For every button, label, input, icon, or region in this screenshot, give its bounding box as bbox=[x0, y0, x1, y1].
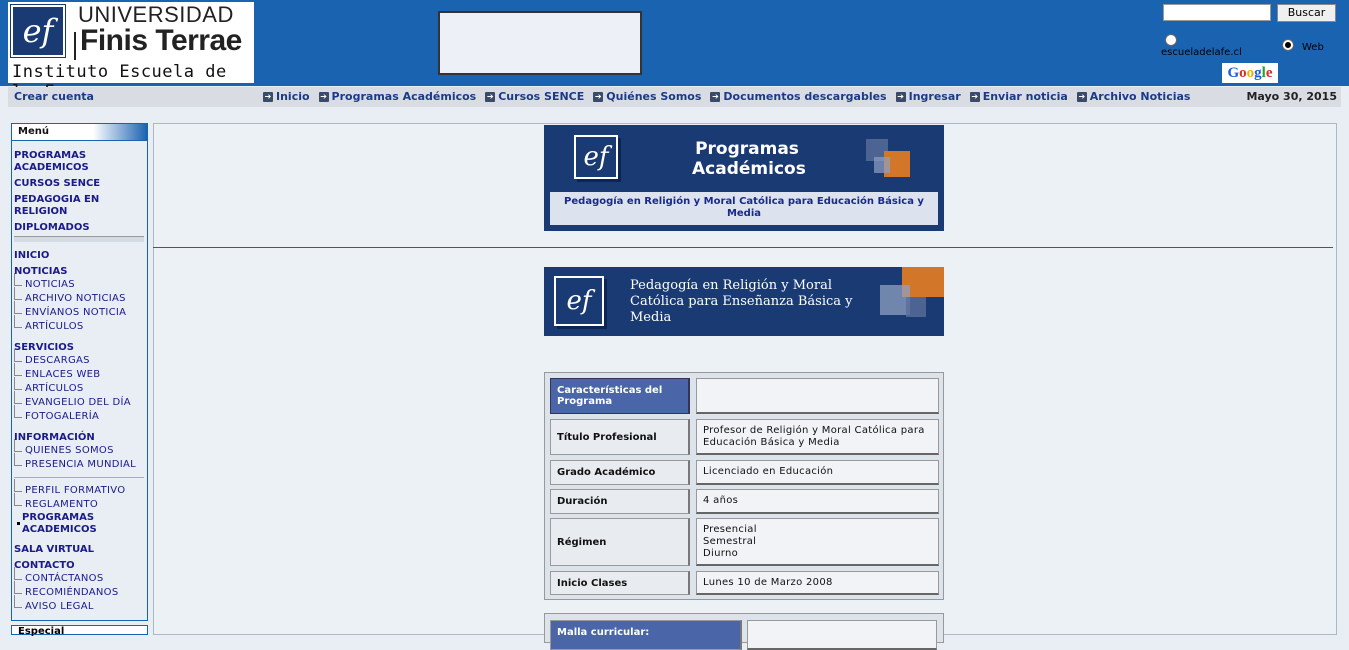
sidebar-menu: Menú PROGRAMAS ACADEMICOS CURSOS SENCE P… bbox=[11, 123, 148, 621]
site-logo[interactable]: ef UNIVERSIDAD Finis Terrae Instituto Es… bbox=[8, 2, 254, 102]
arrow-right-icon: ➔ bbox=[485, 91, 496, 102]
nav-ingresar[interactable]: ➔ Ingresar bbox=[895, 90, 961, 103]
program-details-table: Características del Programa Título Prof… bbox=[544, 372, 944, 600]
radio-web-label: Web bbox=[1302, 42, 1324, 53]
arrow-right-icon: ➔ bbox=[1076, 91, 1087, 102]
table-row: Régimen Presencial Semestral Diurno bbox=[550, 518, 940, 566]
arrow-right-icon: ➔ bbox=[969, 91, 980, 102]
sidebar-sub-contactanos[interactable]: CONTÁCTANOS bbox=[14, 567, 104, 585]
arrow-right-icon: ➔ bbox=[318, 91, 329, 102]
sidebar-sub-archivo[interactable]: ARCHIVO NOTICIAS bbox=[14, 287, 126, 305]
site-header: ef UNIVERSIDAD Finis Terrae Instituto Es… bbox=[0, 0, 1349, 102]
table-value: Profesor de Religión y Moral Católica pa… bbox=[696, 419, 939, 455]
radio-site-label: escueladelafe.cl bbox=[1161, 47, 1242, 58]
sidebar-box-2: Especial bbox=[11, 625, 148, 637]
sidebar-item-pedagogia[interactable]: PEDAGOGIA EN RELIGION bbox=[14, 194, 114, 218]
ef-logo-icon: ef bbox=[11, 5, 65, 57]
sidebar-sub-envianos[interactable]: ENVÍANOS NOTICIA bbox=[13, 301, 126, 319]
ef-logo-icon: ef bbox=[554, 276, 604, 326]
sidebar-sub-enlaces[interactable]: ENLACES WEB bbox=[13, 363, 100, 381]
sidebar-item-noticias[interactable]: NOTICIAS bbox=[14, 266, 67, 278]
table-row: Inicio Clases Lunes 10 de Marzo 2008 bbox=[550, 571, 940, 595]
sidebar-sub-articulos-2[interactable]: ARTÍCULOS bbox=[14, 377, 84, 395]
sidebar-item-servicios[interactable]: SERVICIOS bbox=[14, 342, 74, 354]
table-value: 4 años bbox=[696, 489, 939, 514]
table-row: Título Profesional Profesor de Religión … bbox=[550, 419, 940, 455]
sidebar-sub-aviso-legal[interactable]: AVISO LEGAL bbox=[14, 595, 94, 613]
top-navbar: Crear cuenta ➔ Inicio ➔ Programas Académic… bbox=[8, 87, 1341, 107]
table-label: Régimen bbox=[550, 518, 690, 566]
sidebar-item-diplomados[interactable]: DIPLOMADOS bbox=[14, 222, 90, 234]
malla-value bbox=[747, 620, 937, 650]
sidebar-divider bbox=[14, 236, 144, 242]
malla-label: Malla curricular: bbox=[550, 620, 742, 650]
nav-inicio[interactable]: ➔ Inicio bbox=[263, 90, 310, 103]
table-row: Grado Académico Licenciado en Educación bbox=[550, 460, 940, 485]
arrow-right-icon: ➔ bbox=[593, 91, 604, 102]
table-label: Características del Programa bbox=[550, 378, 690, 414]
sidebar-item-inicio[interactable]: INICIO bbox=[14, 250, 49, 262]
sidebar-item-sala-virtual[interactable]: SALA VIRTUAL bbox=[14, 544, 94, 556]
header-banner[interactable] bbox=[438, 11, 642, 75]
sidebar-item-programas[interactable]: PROGRAMAS ACADEMICOS bbox=[14, 150, 104, 174]
nav-archivo-noticias[interactable]: ➔ Archivo Noticias bbox=[1076, 90, 1190, 103]
sidebar-item-contacto[interactable]: CONTACTO bbox=[14, 560, 75, 572]
sidebar-sub-fotogaleria[interactable]: FOTOGALERÍA bbox=[13, 405, 99, 423]
create-account-link[interactable]: Crear cuenta bbox=[14, 90, 94, 103]
nav-programas[interactable]: ➔ Programas Académicos bbox=[318, 90, 476, 103]
google-logo: Google bbox=[1222, 63, 1278, 83]
nav-documentos[interactable]: ➔ Documentos descargables bbox=[710, 90, 887, 103]
table-value bbox=[696, 378, 939, 414]
arrow-right-icon: ➔ bbox=[895, 91, 906, 102]
sidebar-item-programas-active[interactable]: PROGRAMAS ACADEMICOS bbox=[22, 512, 117, 536]
arrow-right-icon: ➔ bbox=[263, 91, 273, 102]
programas-banner-subtitle: Pedagogía en Religión y Moral Católica p… bbox=[550, 192, 938, 225]
sidebar-sub-recomiendanos[interactable]: RECOMIÉNDANOS bbox=[13, 581, 118, 599]
sidebar-title: Menú bbox=[12, 124, 147, 141]
nav-links: ➔ Inicio ➔ Programas Académicos ➔ Cursos SE… bbox=[263, 90, 1190, 103]
sidebar-sub-perfil[interactable]: PERFIL FORMATIVO bbox=[13, 479, 125, 497]
table-label: Grado Académico bbox=[550, 460, 690, 485]
table-label: Duración bbox=[550, 489, 690, 514]
decor-square-icon bbox=[874, 157, 890, 173]
content-divider bbox=[153, 247, 1333, 248]
sidebar-item-cursos-sence[interactable]: CURSOS SENCE bbox=[14, 178, 100, 190]
sidebar-divider-2 bbox=[14, 477, 144, 478]
current-date: Mayo 30, 2015 bbox=[1246, 90, 1337, 103]
search-button[interactable]: Buscar bbox=[1277, 4, 1336, 22]
logo-line-finis-terrae: Finis Terrae bbox=[80, 24, 242, 57]
arrow-right-icon: ➔ bbox=[710, 91, 721, 102]
sidebar-sub-evangelio[interactable]: EVANGELIO DEL DÍA bbox=[14, 391, 131, 409]
sidebar-sub-noticias[interactable]: NOTICIAS bbox=[14, 273, 75, 291]
nav-cursos-sence[interactable]: ➔ Cursos SENCE bbox=[485, 90, 584, 103]
sidebar-sub-descargas[interactable]: DESCARGAS bbox=[14, 349, 90, 367]
nav-quienes-somos[interactable]: ➔ Quiénes Somos bbox=[593, 90, 701, 103]
table-value: Lunes 10 de Marzo 2008 bbox=[696, 571, 939, 595]
decor-square-icon bbox=[906, 297, 926, 317]
pedagogia-banner-title: Pedagogía en Religión y Moral Católica p… bbox=[630, 278, 853, 325]
bullet-icon bbox=[17, 522, 20, 525]
malla-table: Malla curricular: bbox=[544, 613, 944, 650]
ef-logo-icon: ef bbox=[574, 135, 618, 179]
nav-enviar-noticia[interactable]: ➔ Enviar noticia bbox=[969, 90, 1068, 103]
sidebar-sub-quienes[interactable]: QUIENES SOMOS bbox=[14, 439, 114, 457]
table-value: Presencial Semestral Diurno bbox=[696, 518, 939, 566]
table-value: Licenciado en Educación bbox=[696, 460, 939, 485]
table-row: Duración 4 años bbox=[550, 489, 940, 514]
programas-banner[interactable]: ef Programas Académicos Pedagogía en Rel… bbox=[544, 125, 944, 231]
radio-web[interactable] bbox=[1282, 39, 1294, 51]
sidebar-item-informacion[interactable]: INFORMACIÓN bbox=[14, 432, 95, 444]
table-label: Título Profesional bbox=[550, 419, 690, 455]
table-row: Características del Programa bbox=[550, 378, 940, 414]
logo-divider bbox=[74, 32, 76, 60]
sidebar-sub-articulos[interactable]: ARTÍCULOS bbox=[14, 315, 84, 333]
radio-site[interactable] bbox=[1165, 34, 1177, 46]
sidebar-sub-reglamento[interactable]: REGLAMENTO bbox=[13, 493, 98, 511]
sidebar-sub-presencia[interactable]: PRESENCIA MUNDIAL bbox=[14, 453, 136, 471]
programas-banner-title: Programas Académicos bbox=[692, 139, 806, 179]
table-label: Inicio Clases bbox=[550, 571, 690, 595]
search-input[interactable] bbox=[1163, 4, 1271, 21]
pedagogia-banner: ef Pedagogía en Religión y Moral Católic… bbox=[544, 267, 944, 336]
